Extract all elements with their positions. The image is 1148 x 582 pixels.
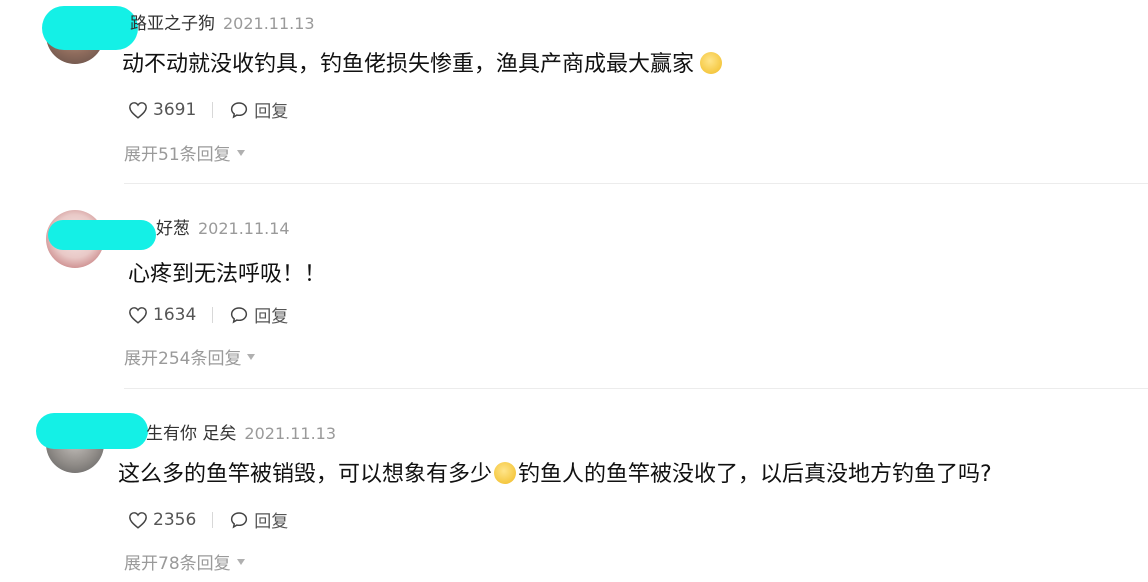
username[interactable]: 路亚之子狗 <box>130 14 215 34</box>
comment-item: 路亚之子狗 2021.11.13 动不动就没收钓具，钓鱼佬损失惨重，渔具产商成最大… <box>0 0 1148 183</box>
comment-text: 这么多的鱼竿被销毁，可以想象有多少 钓鱼人的鱼竿被没收了，以后真没地方钓鱼了吗? <box>118 456 992 488</box>
comment-text: 心疼到无法呼吸！！ <box>128 256 326 288</box>
comment-date: 2021.11.14 <box>198 219 290 238</box>
divider <box>212 306 214 323</box>
expand-replies-button[interactable]: 展开254条回复 <box>124 344 256 369</box>
reply-label: 回复 <box>254 307 289 327</box>
like-count: 1634 <box>153 304 197 325</box>
caret-down-icon <box>247 353 256 360</box>
caret-down-icon <box>236 149 245 156</box>
comment-text-content: 钓鱼人的鱼竿被没收了，以后真没地方钓鱼了吗? <box>518 462 992 487</box>
reply-label: 回复 <box>254 102 289 122</box>
comment-date: 2021.11.13 <box>244 424 337 443</box>
comment-item: 好葱 2021.11.14 心疼到无法呼吸！！ 1634 回复 展开254条回复 <box>0 184 1148 388</box>
expand-replies-button[interactable]: 展开51条回复 <box>124 140 245 165</box>
speech-bubble-icon <box>231 306 248 323</box>
like-button[interactable]: 2356 <box>128 510 196 530</box>
speech-bubble-icon <box>231 101 248 118</box>
comment-actions: 2356 回复 <box>128 507 288 532</box>
username[interactable]: 好葱 <box>156 219 190 239</box>
comment-meta: 生有你 足矣 2021.11.13 <box>146 419 336 444</box>
heart-icon <box>129 306 147 324</box>
pleading-face-emoji <box>700 52 723 74</box>
speech-bubble-icon <box>231 511 248 528</box>
heart-icon <box>129 511 147 529</box>
reply-button[interactable]: 回复 <box>229 97 288 122</box>
expand-replies-button[interactable]: 展开78条回复 <box>124 549 245 574</box>
caret-down-icon <box>236 558 245 565</box>
comment-actions: 3691 回复 <box>128 97 288 122</box>
comment-text-content: 这么多的鱼竿被销毁，可以想象有多少 <box>118 462 493 487</box>
comment-meta: 路亚之子狗 2021.11.13 <box>130 9 315 34</box>
divider <box>212 101 214 118</box>
redaction-mark <box>42 6 138 50</box>
like-button[interactable]: 1634 <box>128 305 196 325</box>
reply-button[interactable]: 回复 <box>229 302 288 327</box>
comment-item: 生有你 足矣 2021.11.13 这么多的鱼竿被销毁，可以想象有多少 钓鱼人的鱼竿… <box>0 389 1148 582</box>
username[interactable]: 生有你 足矣 <box>146 424 236 444</box>
expand-replies-label: 展开51条回复 <box>124 145 231 165</box>
like-count: 3691 <box>153 99 197 120</box>
rolling-eyes-emoji <box>494 462 517 484</box>
comment-text: 动不动就没收钓具，钓鱼佬损失惨重，渔具产商成最大赢家 <box>122 46 724 78</box>
comment-actions: 1634 回复 <box>128 302 288 327</box>
comment-meta: 好葱 2021.11.14 <box>156 214 290 239</box>
redaction-mark <box>36 413 148 449</box>
comment-text-content: 动不动就没收钓具，钓鱼佬损失惨重，渔具产商成最大赢家 <box>122 52 695 77</box>
expand-replies-label: 展开78条回复 <box>124 554 231 574</box>
heart-icon <box>129 101 147 119</box>
comment-date: 2021.11.13 <box>223 14 315 33</box>
comment-text-content: 心疼到无法呼吸！！ <box>128 262 327 287</box>
like-count: 2356 <box>153 509 197 530</box>
redaction-mark <box>48 220 156 250</box>
like-button[interactable]: 3691 <box>128 100 196 120</box>
divider <box>212 511 214 528</box>
reply-button[interactable]: 回复 <box>229 507 288 532</box>
expand-replies-label: 展开254条回复 <box>124 349 242 369</box>
reply-label: 回复 <box>254 512 289 532</box>
